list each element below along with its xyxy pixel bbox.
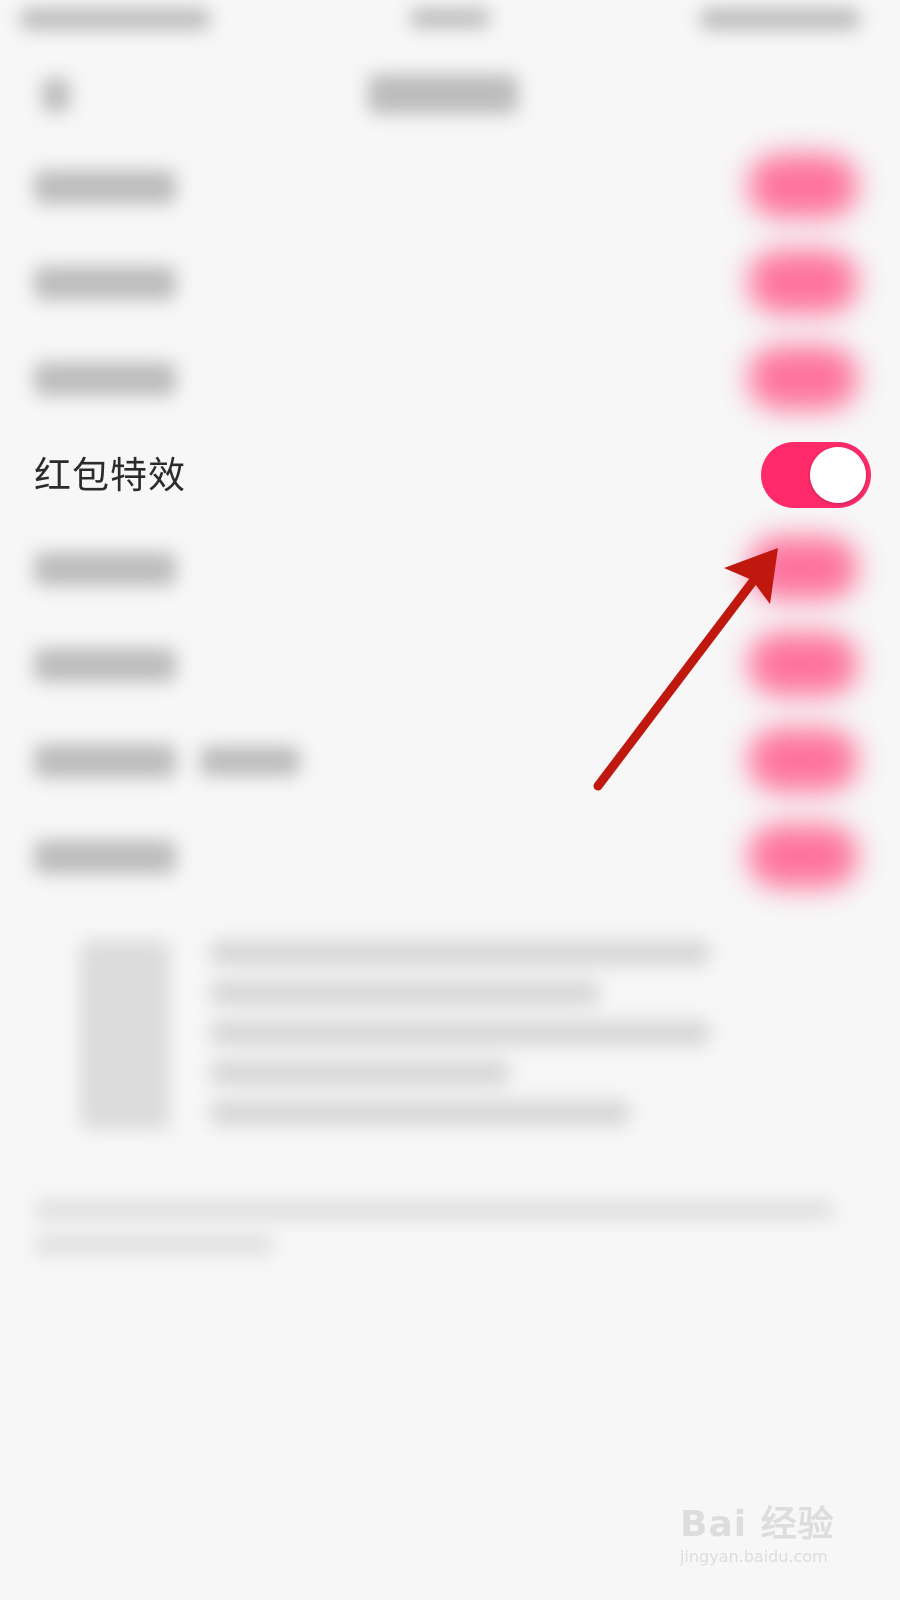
setting-toggle-blurred[interactable] xyxy=(748,824,858,888)
setting-toggle-blurred[interactable] xyxy=(748,728,858,792)
setting-toggle-blurred[interactable] xyxy=(748,154,858,218)
back-icon[interactable] xyxy=(42,78,70,112)
setting-toggle-blurred[interactable] xyxy=(748,250,858,314)
info-icon-blurred xyxy=(80,940,170,1130)
red-packet-effect-label: 红包特效 xyxy=(34,454,186,497)
info-footer-blurred xyxy=(34,1200,834,1220)
info-text-blurred xyxy=(210,1100,630,1126)
page-title xyxy=(368,74,518,114)
status-bar-center-blur xyxy=(410,8,490,28)
status-bar-right-blur xyxy=(700,8,860,30)
info-text-blurred xyxy=(210,980,600,1006)
setting-row-blurred-7[interactable] xyxy=(0,812,900,908)
setting-row-label-blurred xyxy=(34,552,176,586)
setting-row-blurred-3[interactable] xyxy=(0,332,900,428)
info-text-blurred xyxy=(210,1060,510,1086)
setting-row-red-packet-effect[interactable]: 红包特效 xyxy=(0,428,900,524)
setting-row-label-blurred xyxy=(34,648,176,682)
setting-row-label-blurred xyxy=(34,744,176,778)
nav-bar xyxy=(0,60,900,130)
setting-row-blurred-1[interactable] xyxy=(0,140,900,236)
baidu-jingyan-watermark: Bai 经验 jingyan.baidu.com xyxy=(680,1485,860,1580)
info-text-blurred xyxy=(210,940,710,966)
red-packet-effect-toggle[interactable] xyxy=(761,442,871,508)
setting-row-label-blurred xyxy=(34,266,176,300)
setting-row-label-blurred xyxy=(34,362,176,396)
info-footer-blurred xyxy=(34,1235,274,1255)
setting-toggle-blurred[interactable] xyxy=(748,536,858,600)
setting-toggle-blurred[interactable] xyxy=(748,632,858,696)
info-text-blurred xyxy=(210,1020,710,1046)
setting-row-blurred-5[interactable] xyxy=(0,620,900,716)
toggle-knob xyxy=(810,447,866,503)
setting-row-blurred-6[interactable] xyxy=(0,716,900,812)
watermark-url: jingyan.baidu.com xyxy=(680,1547,828,1566)
setting-row-label-blurred xyxy=(34,170,176,204)
setting-row-label-blurred xyxy=(34,840,176,874)
setting-toggle-blurred[interactable] xyxy=(748,346,858,410)
setting-row-sublabel-blurred xyxy=(200,746,300,776)
setting-row-blurred-2[interactable] xyxy=(0,236,900,332)
info-block-blurred xyxy=(0,930,900,1290)
watermark-brand: Bai 经验 xyxy=(680,1504,835,1545)
status-bar-left-blur xyxy=(20,8,210,30)
status-bar xyxy=(0,0,900,48)
setting-row-blurred-4[interactable] xyxy=(0,524,900,620)
